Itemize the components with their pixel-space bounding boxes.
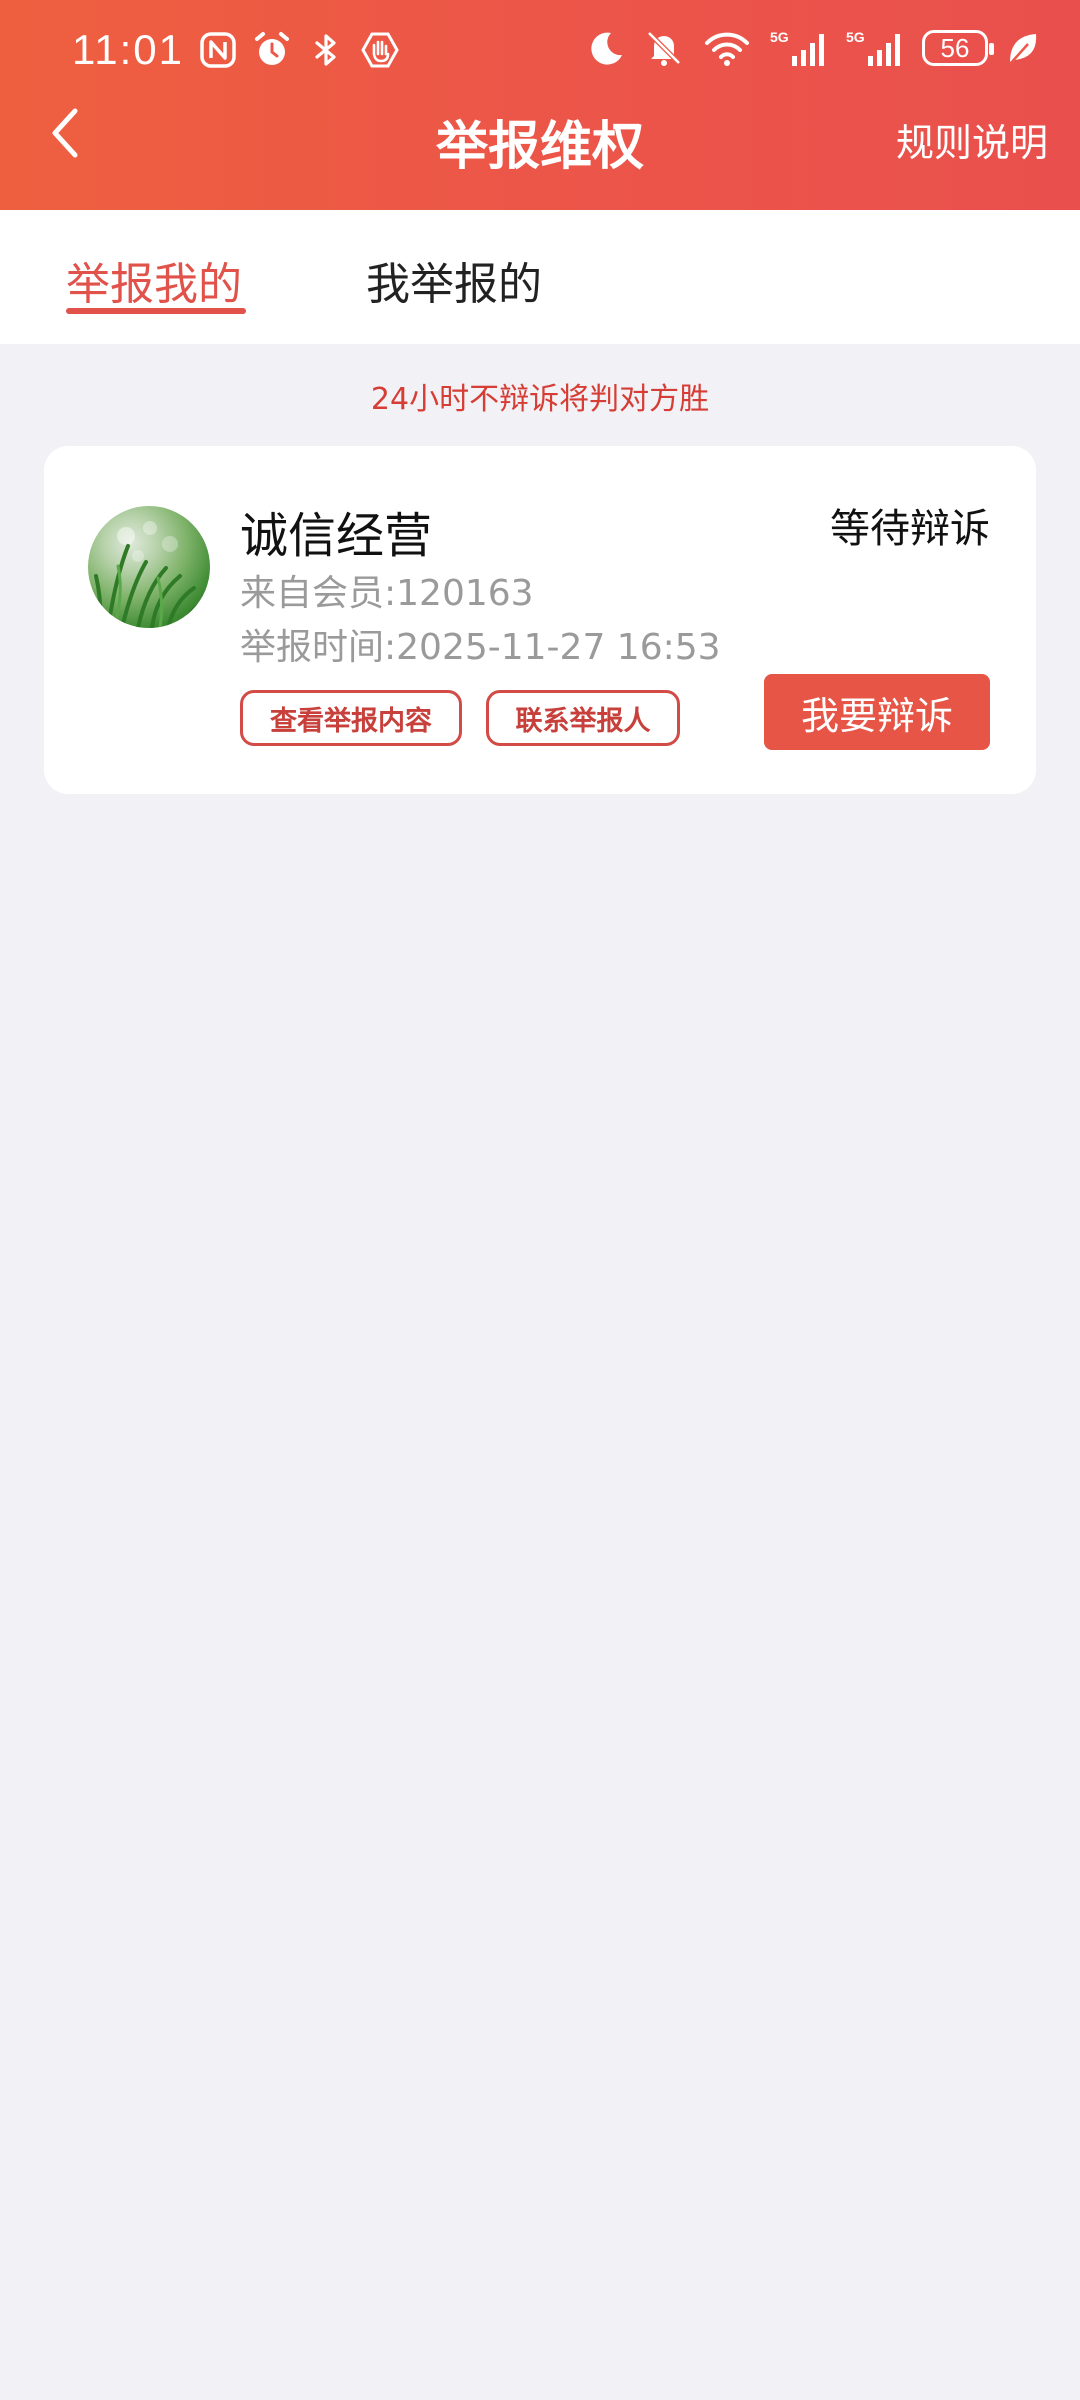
hand-shield-icon <box>360 30 400 70</box>
tab-bar: 举报我的 我举报的 <box>0 210 1080 344</box>
battery-icon: 56 <box>922 30 994 66</box>
tab-active-indicator <box>66 308 246 314</box>
status-right-icons: 5G 5G 56 <box>586 28 1040 68</box>
status-badge: 等待辩诉 <box>830 506 990 552</box>
nfc-icon <box>198 30 238 70</box>
view-report-button[interactable]: 查看举报内容 <box>240 690 462 746</box>
alarm-icon <box>252 30 292 70</box>
status-bar: 11:01 5G 5G 56 <box>0 0 1080 100</box>
wifi-icon <box>702 28 752 68</box>
report-from-member: 来自会员:120163 <box>240 573 534 614</box>
tab-my-reports[interactable]: 我举报的 <box>366 248 542 312</box>
bell-muted-icon <box>644 28 684 68</box>
contact-reporter-button[interactable]: 联系举报人 <box>486 690 680 746</box>
reporter-name: 诚信经营 <box>240 508 433 564</box>
status-time: 11:01 <box>72 26 184 73</box>
report-time: 举报时间:2025-11-27 16:53 <box>240 627 721 668</box>
avatar <box>88 506 210 628</box>
moon-icon <box>586 28 626 68</box>
bluetooth-icon <box>306 30 346 70</box>
svg-text:5G: 5G <box>770 29 789 45</box>
svg-text:5G: 5G <box>846 29 865 45</box>
signal-5g-icon: 5G <box>846 28 904 68</box>
app-header: 11:01 5G 5G 56 举报维权 规则说明 <box>0 0 1080 210</box>
appeal-button[interactable]: 我要辩诉 <box>764 674 990 750</box>
report-card: 诚信经营 等待辩诉 来自会员:120163 举报时间:2025-11-27 16… <box>44 446 1036 794</box>
signal-5g-icon: 5G <box>770 28 828 68</box>
appeal-notice: 24小时不辩诉将判对方胜 <box>370 382 710 417</box>
tab-reported-me[interactable]: 举报我的 <box>66 248 242 312</box>
rules-link[interactable]: 规则说明 <box>896 112 1048 167</box>
navigation-bar: 举报维权 规则说明 <box>0 100 1080 210</box>
leaf-icon <box>1006 28 1040 68</box>
status-left-icons <box>198 30 400 70</box>
